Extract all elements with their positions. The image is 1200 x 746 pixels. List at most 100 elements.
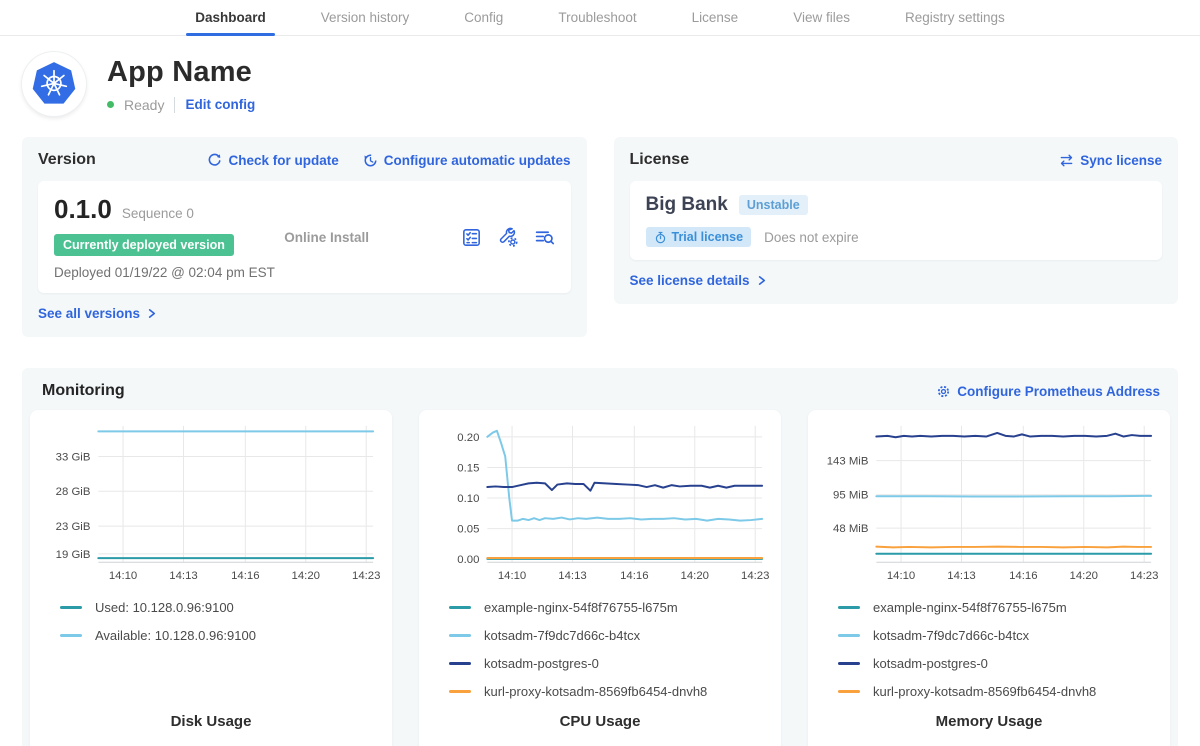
tab-license[interactable]: License: [692, 0, 739, 35]
version-number: 0.1.0: [54, 194, 112, 225]
configure-automatic-updates-button[interactable]: Configure automatic updates: [363, 153, 571, 168]
svg-text:14:16: 14:16: [1009, 570, 1037, 582]
legend-swatch: [449, 606, 471, 609]
tab-registry-settings[interactable]: Registry settings: [905, 0, 1005, 35]
legend-label: Used: 10.128.0.96:9100: [95, 600, 234, 615]
memory-usage-card: 14:1014:1314:1614:2014:23143 MiB95 MiB48…: [808, 410, 1170, 746]
legend-item: Available: 10.128.0.96:9100: [60, 626, 382, 644]
memory-usage-chart: 14:1014:1314:1614:2014:23143 MiB95 MiB48…: [808, 414, 1170, 584]
license-panel-title: License: [630, 151, 690, 169]
app-logo: [22, 52, 86, 116]
legend-item: Used: 10.128.0.96:9100: [60, 598, 382, 616]
license-expiry-text: Does not expire: [764, 230, 859, 245]
legend-item: kurl-proxy-kotsadm-8569fb6454-dnvh8: [449, 682, 771, 700]
svg-text:23 GiB: 23 GiB: [56, 521, 91, 533]
svg-text:14:23: 14:23: [352, 570, 380, 582]
legend-swatch: [838, 606, 860, 609]
legend-label: kotsadm-7f9dc7d66c-b4tcx: [873, 628, 1029, 643]
app-status-text: Ready: [124, 97, 164, 113]
customer-name: Big Bank: [646, 194, 728, 216]
cpu-usage-card: 14:1014:1314:1614:2014:230.200.150.100.0…: [419, 410, 781, 746]
svg-text:14:20: 14:20: [681, 570, 709, 582]
svg-text:0.10: 0.10: [457, 493, 479, 505]
legend-swatch: [838, 690, 860, 693]
tab-version-history[interactable]: Version history: [321, 0, 410, 35]
disk-usage-title: Disk Usage: [30, 713, 392, 746]
see-license-details-link[interactable]: See license details: [630, 273, 767, 288]
tab-troubleshoot[interactable]: Troubleshoot: [558, 0, 636, 35]
legend-swatch: [449, 690, 471, 693]
tab-dashboard[interactable]: Dashboard: [195, 0, 266, 35]
clock-refresh-icon: [363, 153, 378, 168]
legend-item: kurl-proxy-kotsadm-8569fb6454-dnvh8: [838, 682, 1160, 700]
svg-text:48 MiB: 48 MiB: [833, 523, 868, 535]
cpu-usage-title: CPU Usage: [419, 713, 781, 746]
memory-usage-title: Memory Usage: [808, 713, 1170, 746]
ready-status-dot: [107, 101, 114, 108]
chevron-right-icon: [756, 275, 767, 286]
svg-text:14:10: 14:10: [498, 570, 526, 582]
disk-usage-chart: 14:1014:1314:1614:2014:2333 GiB28 GiB23 …: [30, 414, 392, 584]
configure-automatic-updates-label: Configure automatic updates: [384, 153, 571, 168]
tab-view-files[interactable]: View files: [793, 0, 850, 35]
svg-text:14:10: 14:10: [109, 570, 137, 582]
svg-text:0.15: 0.15: [457, 462, 479, 474]
legend-item: kotsadm-postgres-0: [838, 654, 1160, 672]
deployed-status-badge: Currently deployed version: [54, 234, 234, 256]
top-nav: Dashboard Version history Config Trouble…: [0, 0, 1200, 36]
app-header: App Name Ready Edit config: [22, 52, 1178, 116]
sync-icon: [1059, 153, 1074, 168]
svg-text:14:23: 14:23: [741, 570, 769, 582]
svg-text:14:23: 14:23: [1130, 570, 1158, 582]
svg-text:33 GiB: 33 GiB: [56, 451, 91, 463]
kubernetes-icon: [31, 61, 77, 107]
see-all-versions-label: See all versions: [38, 306, 140, 321]
svg-text:28 GiB: 28 GiB: [56, 486, 91, 498]
svg-text:0.05: 0.05: [457, 524, 479, 536]
check-for-update-label: Check for update: [228, 153, 338, 168]
disk-usage-legend: Used: 10.128.0.96:9100 Available: 10.128…: [30, 584, 392, 644]
legend-label: example-nginx-54f8f76755-l675m: [484, 600, 678, 615]
legend-item: kotsadm-7f9dc7d66c-b4tcx: [449, 626, 771, 644]
svg-text:143 MiB: 143 MiB: [827, 456, 869, 468]
legend-swatch: [449, 634, 471, 637]
legend-label: example-nginx-54f8f76755-l675m: [873, 600, 1067, 615]
tab-config[interactable]: Config: [464, 0, 503, 35]
legend-item: kotsadm-7f9dc7d66c-b4tcx: [838, 626, 1160, 644]
license-panel: License Sync license Big Bank Unstable: [614, 137, 1179, 304]
legend-item: kotsadm-postgres-0: [449, 654, 771, 672]
legend-swatch: [60, 606, 82, 609]
current-version-card: 0.1.0 Sequence 0 Currently deployed vers…: [38, 181, 571, 293]
check-for-update-button[interactable]: Check for update: [207, 153, 338, 168]
channel-badge: Unstable: [739, 195, 808, 215]
divider: [174, 97, 175, 113]
see-all-versions-link[interactable]: See all versions: [38, 306, 157, 321]
svg-text:14:13: 14:13: [169, 570, 197, 582]
install-type-label: Online Install: [284, 230, 460, 245]
see-license-details-label: See license details: [630, 273, 750, 288]
edit-config-link[interactable]: Edit config: [185, 97, 255, 112]
trial-license-label: Trial license: [672, 230, 744, 244]
legend-item: example-nginx-54f8f76755-l675m: [449, 598, 771, 616]
preflight-checks-button[interactable]: [461, 227, 482, 248]
cpu-usage-legend: example-nginx-54f8f76755-l675m kotsadm-7…: [419, 584, 781, 700]
chevron-right-icon: [146, 308, 157, 319]
legend-swatch: [838, 634, 860, 637]
view-diff-button[interactable]: [534, 227, 555, 248]
deployed-timestamp: Deployed 01/19/22 @ 02:04 pm EST: [54, 265, 284, 280]
file-search-icon: [534, 227, 555, 248]
configure-prometheus-button[interactable]: Configure Prometheus Address: [936, 384, 1160, 399]
disk-usage-card: 14:1014:1314:1614:2014:2333 GiB28 GiB23 …: [30, 410, 392, 746]
sync-license-button[interactable]: Sync license: [1059, 153, 1162, 168]
monitoring-title: Monitoring: [42, 382, 125, 400]
legend-swatch: [60, 634, 82, 637]
svg-text:14:13: 14:13: [558, 570, 586, 582]
monitoring-panel: Monitoring Configure Prometheus Address …: [22, 368, 1178, 746]
sequence-label: Sequence 0: [122, 206, 194, 221]
svg-text:14:20: 14:20: [1070, 570, 1098, 582]
edit-config-gear-button[interactable]: [497, 226, 519, 248]
version-panel-title: Version: [38, 151, 96, 169]
cpu-usage-chart: 14:1014:1314:1614:2014:230.200.150.100.0…: [419, 414, 781, 584]
svg-text:14:16: 14:16: [231, 570, 259, 582]
legend-label: kotsadm-postgres-0: [873, 656, 988, 671]
